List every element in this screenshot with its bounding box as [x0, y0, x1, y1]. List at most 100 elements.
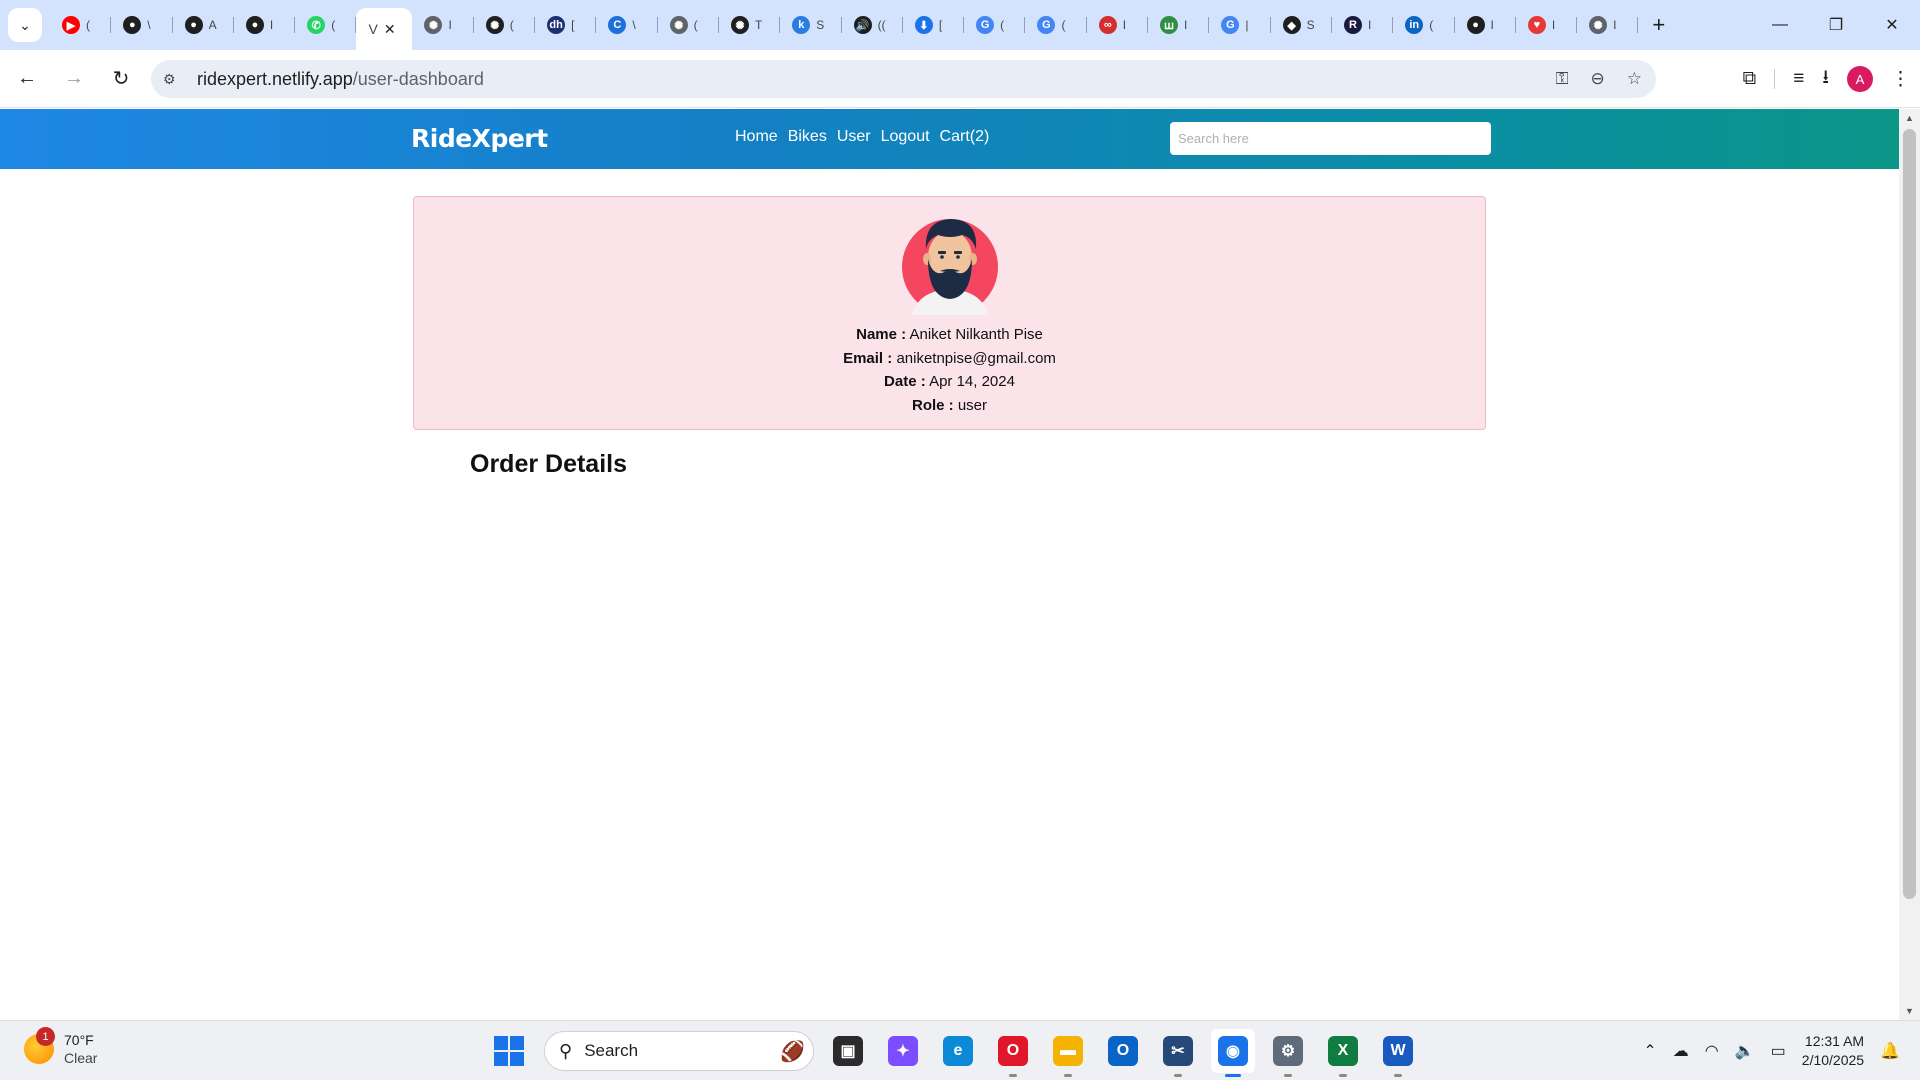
clock[interactable]: 12:31 AM 2/10/2025	[1802, 1032, 1864, 1070]
profile-email-row: Email : aniketnpise@gmail.com	[414, 347, 1485, 371]
scrollbar-thumb[interactable]	[1903, 129, 1916, 899]
browser-tab[interactable]: dh [	[535, 7, 597, 43]
shield-icon: ◆	[1282, 16, 1301, 34]
name-label: Name :	[856, 326, 907, 343]
taskbar-app[interactable]: ▣	[826, 1029, 870, 1073]
nav-link-bikes[interactable]: Bikes	[788, 128, 827, 146]
browser-tab[interactable]: ● I	[234, 7, 296, 43]
nav-link-user[interactable]: User	[837, 128, 871, 146]
more-menu-icon[interactable]: ⋮	[1891, 68, 1910, 91]
tab-title: (	[86, 18, 90, 32]
taskbar-app[interactable]: X	[1321, 1029, 1365, 1077]
browser-tab[interactable]: G |	[1209, 7, 1271, 43]
settings-icon: ⚙	[1273, 1036, 1303, 1066]
tab-title: I	[1122, 18, 1127, 32]
site-info-icon[interactable]: ⚙	[163, 71, 189, 88]
onedrive-icon[interactable]: ☁	[1673, 1041, 1689, 1061]
close-tab-icon[interactable]: ✕	[384, 21, 396, 38]
chevron-up-icon[interactable]: ⌃	[1643, 1041, 1656, 1061]
close-window-icon[interactable]: ✕	[1864, 0, 1920, 50]
tab-title: I	[1613, 18, 1617, 32]
tab-title: I	[1551, 18, 1556, 32]
site-search-input[interactable]	[1170, 122, 1491, 155]
media-control-icon[interactable]: ≡	[1793, 68, 1804, 90]
browser-tab[interactable]: kS	[780, 7, 842, 43]
taskbar-search-box[interactable]: ⚲ Search 🏈	[544, 1031, 814, 1071]
taskbar-app[interactable]: e	[936, 1029, 980, 1073]
windows-start-icon[interactable]	[494, 1036, 524, 1066]
taskbar-app[interactable]: W	[1376, 1029, 1420, 1077]
browser-tab[interactable]: ✺ I	[412, 7, 475, 43]
volume-icon[interactable]: 🔈	[1735, 1041, 1755, 1061]
system-tray: ⌃ ☁ ◠ 🔈 ▭ 12:31 AM 2/10/2025 🔔	[1643, 1021, 1900, 1080]
email-label: Email :	[843, 349, 893, 367]
browser-tab[interactable]: ✺ I	[1577, 7, 1639, 43]
restore-icon[interactable]: ❐	[1808, 0, 1864, 50]
taskbar-search-label: Search	[584, 1041, 639, 1060]
browser-tab[interactable]: ⬇[	[903, 7, 965, 43]
tab-title: I	[1490, 18, 1494, 32]
toolbar-right: ⧉ ≡ ⭳ A ⋮	[1743, 59, 1910, 99]
taskbar-app[interactable]: ◉	[1211, 1029, 1255, 1077]
back-button[interactable]: ←	[7, 59, 47, 99]
taskbar-app[interactable]: ⚙	[1266, 1029, 1310, 1077]
password-key-icon[interactable]: ⚿	[1556, 69, 1569, 89]
site-brand-logo[interactable]: RideXpert	[411, 124, 548, 153]
browser-tab[interactable]: in (	[1393, 7, 1455, 43]
taskbar-app[interactable]: O	[1101, 1029, 1145, 1073]
bookmark-star-icon[interactable]: ☆	[1627, 69, 1642, 89]
download-icon: ⬇	[914, 16, 933, 34]
taskbar-app[interactable]: ✂	[1156, 1029, 1200, 1077]
browser-tab[interactable]: G(	[964, 7, 1026, 43]
taskbar-app[interactable]: ✦	[881, 1029, 925, 1073]
extensions-icon[interactable]: ⧉	[1743, 68, 1757, 90]
address-bar[interactable]: ⚙ ridexpert.netlify.app/user-dashboard ⚿…	[151, 60, 1656, 98]
scroll-down-icon[interactable]: ▼	[1899, 1006, 1920, 1016]
google-icon: G	[976, 16, 995, 34]
browser-tab[interactable]: RI	[1332, 7, 1394, 43]
forward-button[interactable]: →	[54, 59, 94, 99]
browser-tab[interactable]: ✺(	[474, 7, 536, 43]
browser-tab[interactable]: 🔊 ((	[842, 7, 904, 43]
browser-tab[interactable]: ꟺI	[1148, 7, 1210, 43]
weather-widget[interactable]: 1 70°F Clear	[24, 1027, 97, 1067]
browser-tab[interactable]: G(	[1025, 7, 1088, 43]
browser-tab[interactable]: ∞ I	[1087, 7, 1149, 43]
tab-search-button[interactable]: ⌄	[8, 8, 42, 42]
downloads-icon[interactable]: ⭳	[1822, 63, 1829, 95]
linkedin-icon: in	[1405, 16, 1424, 34]
page-scrollbar[interactable]: ▲ ▼	[1899, 109, 1920, 1020]
minimize-icon[interactable]: —	[1752, 0, 1808, 50]
browser-tab[interactable]: ● A	[173, 7, 235, 43]
zoom-icon[interactable]: ⊖	[1591, 69, 1605, 89]
pinned-apps: ▣ ✦ e O ▬ O ✂ ◉ ⚙ X W	[826, 1029, 1420, 1077]
url-text[interactable]: ridexpert.netlify.app/user-dashboard	[197, 69, 484, 90]
nav-link-cart[interactable]: Cart(2)	[940, 128, 990, 146]
wifi-icon[interactable]: ◠	[1705, 1041, 1719, 1061]
tab-title: \	[632, 18, 636, 32]
browser-tab[interactable]: ✺ T	[719, 7, 781, 43]
active-browser-tab[interactable]: V ✕	[356, 8, 413, 50]
reload-button[interactable]: ↻	[101, 59, 141, 99]
profile-avatar-button[interactable]: A	[1847, 66, 1873, 92]
scroll-up-icon[interactable]: ▲	[1899, 113, 1920, 123]
nav-link-logout[interactable]: Logout	[881, 128, 930, 146]
nav-link-home[interactable]: Home	[735, 128, 778, 146]
tab-title: I	[269, 18, 274, 32]
date-label: Date :	[884, 373, 926, 390]
tab-title: (	[1061, 18, 1066, 32]
battery-icon[interactable]: ▭	[1771, 1041, 1786, 1061]
browser-tab[interactable]: ● I	[1455, 7, 1517, 43]
browser-tab[interactable]: C \	[596, 7, 658, 43]
browser-tab[interactable]: ♥ I	[1516, 7, 1578, 43]
notification-bell-icon[interactable]: 🔔	[1880, 1041, 1900, 1061]
browser-tab[interactable]: ✺(	[658, 7, 720, 43]
new-tab-button[interactable]: +	[1652, 12, 1665, 38]
browser-tab[interactable]: ◆ S	[1271, 7, 1333, 43]
browser-tab[interactable]: ▶(	[50, 7, 112, 43]
browser-tab[interactable]: ✆(	[295, 7, 357, 43]
taskbar-app[interactable]: O	[991, 1029, 1035, 1077]
browser-tab[interactable]: ● \	[111, 7, 173, 43]
taskbar-app[interactable]: ▬	[1046, 1029, 1090, 1077]
url-host: ridexpert.netlify.app	[197, 68, 353, 89]
